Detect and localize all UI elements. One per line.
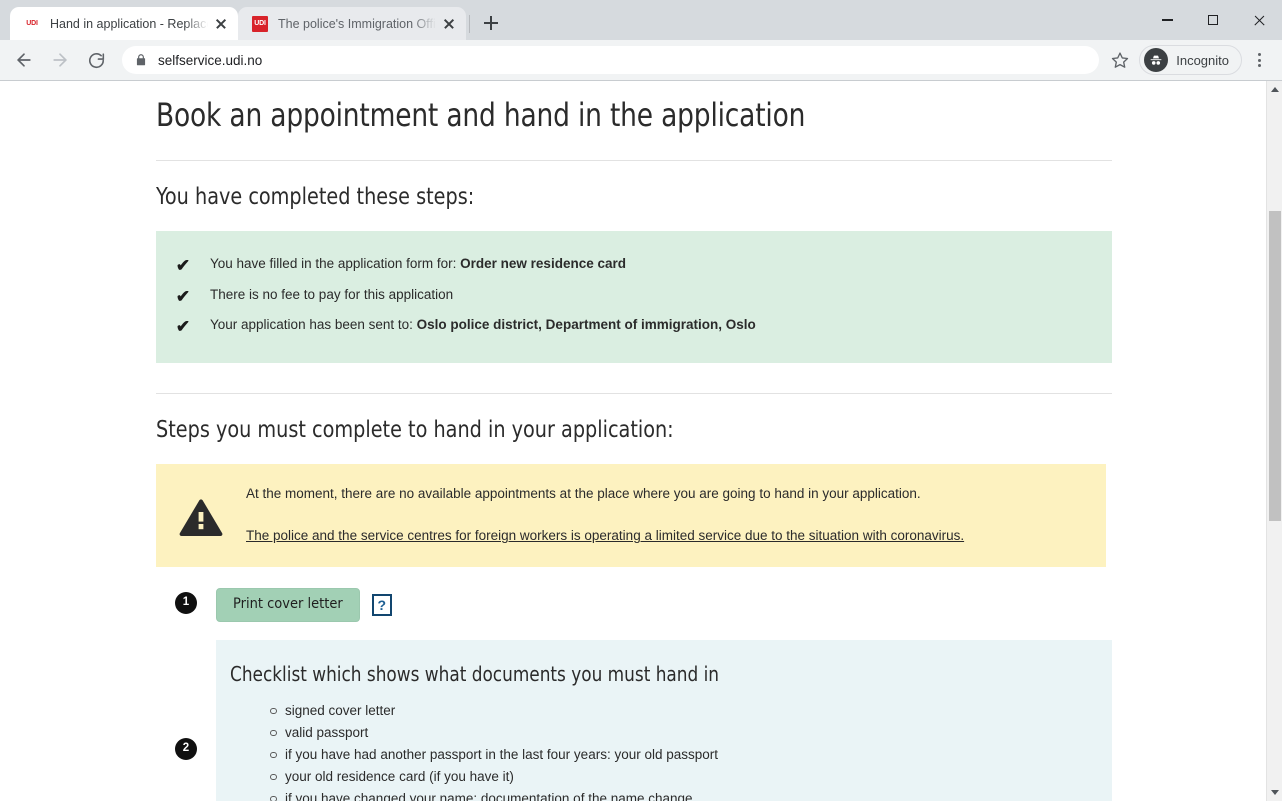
step-number-badge: 2	[175, 737, 197, 760]
checkmark-icon: ✔	[175, 286, 191, 306]
minimize-icon	[1161, 19, 1173, 21]
list-item: your old residence card (if you have it)	[270, 766, 1082, 788]
browser-toolbar: selfservice.udi.no Incognito	[0, 40, 1282, 80]
checkmark-icon: ✔	[175, 317, 191, 337]
udi-favicon: UDI	[26, 20, 38, 27]
close-window-button[interactable]	[1236, 0, 1282, 40]
warning-text: At the moment, there are no available ap…	[246, 485, 921, 501]
minimize-button[interactable]	[1144, 0, 1190, 40]
completed-step-value: Oslo police district, Department of immi…	[416, 317, 756, 333]
checkmark-icon: ✔	[175, 256, 191, 275]
close-icon[interactable]	[440, 15, 458, 33]
todo-steps-heading: Steps you must complete to hand in your …	[156, 416, 674, 443]
checklist: signed cover letter valid passport if yo…	[270, 700, 1082, 801]
reload-button[interactable]	[80, 44, 112, 76]
star-icon	[1112, 52, 1129, 68]
web-page: Book an appointment and hand in the appl…	[0, 81, 1266, 801]
url-text: selfservice.udi.no	[158, 52, 263, 68]
list-item: signed cover letter	[270, 700, 1082, 722]
coronavirus-info-link[interactable]: The police and the service centres for f…	[246, 528, 964, 543]
completed-step-row: ✔ You have filled in the application for…	[156, 251, 1112, 282]
tab-strip: UDI Hand in application - Replace car UD…	[0, 0, 1282, 40]
completed-step-text: Your application has been sent to:	[210, 317, 417, 333]
avatar	[1144, 48, 1169, 72]
completed-step-value: Order new residence card	[460, 256, 626, 271]
checklist-box: Checklist which shows what documents you…	[216, 639, 1112, 801]
checklist-title: Checklist which shows what documents you…	[230, 661, 720, 686]
maximize-button[interactable]	[1190, 0, 1236, 40]
three-dot-menu-icon	[1257, 52, 1261, 56]
completed-step-row: ✔ Your application has been sent to: Osl…	[156, 312, 1112, 343]
new-tab-button[interactable]	[477, 9, 505, 37]
list-item: if you have had another passport in the …	[270, 744, 1082, 766]
completed-step-text: There is no fee to pay for this applicat…	[210, 286, 454, 302]
lock-icon	[134, 53, 148, 67]
browser-tab-2[interactable]: UDI The police's Immigration Office is	[238, 7, 466, 40]
incognito-hat-icon	[1150, 55, 1162, 65]
page-content: Book an appointment and hand in the appl…	[156, 81, 1112, 801]
divider	[156, 392, 1112, 394]
reload-icon	[88, 52, 104, 68]
scroll-down-arrow-icon	[1271, 790, 1279, 795]
incognito-indicator[interactable]: Incognito	[1139, 45, 1242, 75]
step-1-row: 1 Print cover letter ?	[156, 588, 1112, 622]
warning-box: At the moment, there are no available ap…	[156, 463, 1106, 568]
step-2-row: 2 Checklist which shows what documents y…	[156, 639, 1112, 801]
back-arrow-icon	[17, 53, 31, 67]
page-viewport: Book an appointment and hand in the appl…	[0, 80, 1282, 801]
completed-step-text: You have filled in the application form …	[210, 256, 461, 271]
browser-tab-1[interactable]: UDI Hand in application - Replace car	[10, 7, 238, 40]
browser-menu-button[interactable]	[1244, 45, 1274, 75]
back-button[interactable]	[8, 44, 40, 76]
scroll-thumb[interactable]	[1269, 211, 1281, 521]
list-item: if you have changed your name: documenta…	[270, 788, 1082, 801]
tab-title: Hand in application - Replace car	[50, 16, 208, 31]
forward-arrow-icon	[53, 53, 67, 67]
divider	[156, 160, 1112, 161]
tab-separator	[469, 15, 470, 33]
bookmark-button[interactable]	[1105, 45, 1135, 75]
list-item: valid passport	[270, 722, 1082, 744]
print-cover-letter-button[interactable]: Print cover letter	[216, 588, 360, 622]
udi-favicon: UDI	[252, 15, 268, 32]
incognito-label: Incognito	[1176, 52, 1229, 68]
address-bar[interactable]: selfservice.udi.no	[122, 46, 1100, 74]
forward-button[interactable]	[44, 44, 76, 76]
tab-title: The police's Immigration Office is	[278, 16, 436, 31]
vertical-scrollbar[interactable]	[1266, 81, 1282, 801]
completed-steps-box: ✔ You have filled in the application for…	[156, 231, 1112, 363]
completed-steps-heading: You have completed these steps:	[156, 184, 475, 210]
window-controls	[1144, 0, 1282, 40]
browser-window: UDI Hand in application - Replace car UD…	[0, 0, 1282, 801]
warning-triangle-icon	[179, 499, 223, 536]
completed-step-row: ✔ There is no fee to pay for this applic…	[156, 282, 1112, 313]
page-title: Book an appointment and hand in the appl…	[156, 96, 806, 134]
help-button[interactable]: ?	[371, 593, 392, 616]
scroll-up-arrow-icon	[1271, 87, 1279, 92]
maximize-icon	[1208, 15, 1218, 25]
step-number-badge: 1	[175, 592, 197, 615]
scroll-down-button[interactable]	[1267, 784, 1282, 801]
close-icon[interactable]	[212, 15, 230, 33]
close-icon	[1253, 14, 1266, 27]
scroll-up-button[interactable]	[1267, 81, 1282, 98]
